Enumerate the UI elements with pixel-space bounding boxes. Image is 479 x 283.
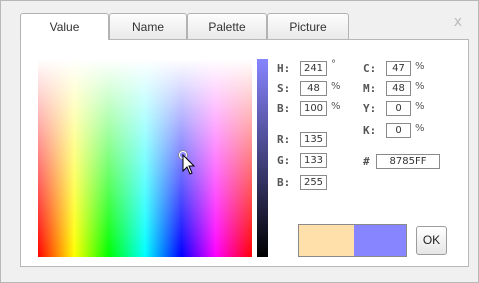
- b-unit: %: [331, 101, 341, 112]
- r-field[interactable]: 135: [300, 132, 327, 147]
- hex-label: #: [363, 155, 370, 168]
- m-label: M:: [363, 82, 377, 95]
- ok-button[interactable]: OK: [416, 226, 447, 255]
- tab-picture[interactable]: Picture: [267, 13, 349, 39]
- g-field[interactable]: 133: [300, 153, 327, 168]
- c-label: C:: [363, 62, 377, 75]
- r-label: R:: [277, 133, 291, 146]
- c-field[interactable]: 47: [386, 61, 411, 76]
- hue-saturation-field[interactable]: [38, 59, 252, 257]
- close-icon[interactable]: x: [454, 14, 462, 30]
- h-field[interactable]: 241: [300, 61, 327, 76]
- s-label: S:: [277, 82, 291, 95]
- k-field[interactable]: 0: [386, 123, 411, 138]
- brightness-slider[interactable]: [257, 59, 268, 257]
- g-label: G:: [277, 154, 291, 167]
- s-field[interactable]: 48: [300, 81, 327, 96]
- b-label: B:: [277, 102, 291, 115]
- mouse-cursor-icon: [182, 154, 196, 175]
- y-label: Y:: [363, 102, 377, 115]
- tab-value[interactable]: Value: [20, 13, 109, 40]
- tab-name[interactable]: Name: [109, 13, 187, 39]
- hex-field[interactable]: 8785FF: [376, 154, 440, 169]
- blue-field[interactable]: 255: [300, 175, 327, 190]
- k-unit: %: [415, 123, 425, 134]
- tab-palette[interactable]: Palette: [187, 13, 267, 39]
- y-field[interactable]: 0: [386, 101, 411, 116]
- blue-label: B:: [277, 176, 291, 189]
- m-field[interactable]: 48: [386, 81, 411, 96]
- m-unit: %: [415, 81, 425, 92]
- current-color-swatch: [354, 224, 407, 257]
- h-label: H:: [277, 62, 291, 75]
- y-unit: %: [415, 101, 425, 112]
- c-unit: %: [415, 61, 425, 72]
- k-label: K:: [363, 124, 377, 137]
- previous-color-swatch[interactable]: [298, 224, 354, 257]
- s-unit: %: [331, 81, 341, 92]
- h-unit: °: [331, 59, 336, 70]
- b-field[interactable]: 100: [300, 101, 327, 116]
